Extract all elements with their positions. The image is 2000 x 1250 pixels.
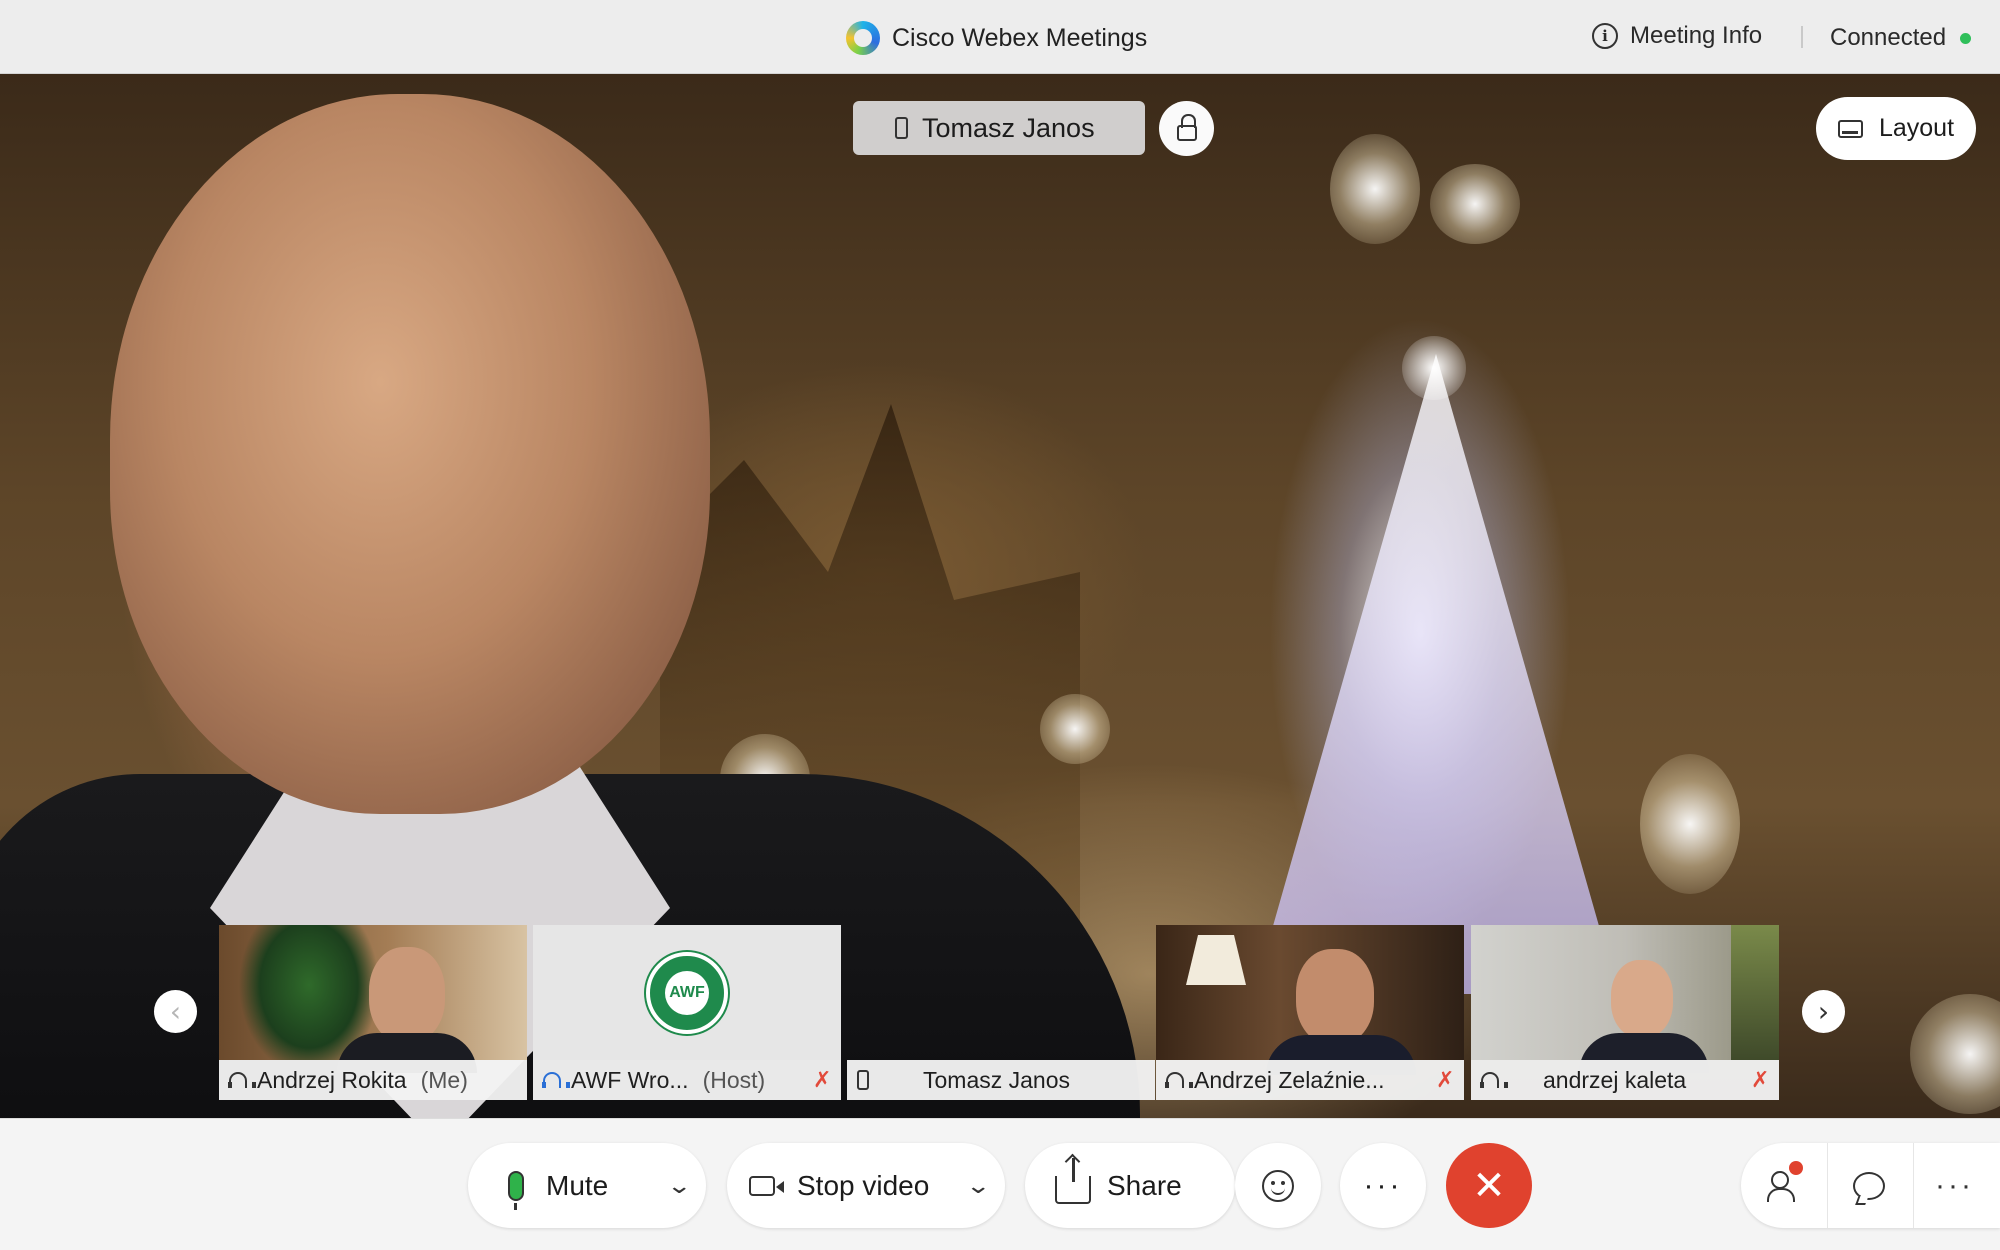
panel-toggle-group: ··· [1741,1143,2000,1228]
phone-icon [895,117,908,139]
leave-meeting-button[interactable]: ✕ [1446,1143,1532,1228]
participant-name-bar: AWF Wro... (Host) ✗ [533,1060,841,1100]
participant-face [1296,949,1374,1045]
participants-panel-button[interactable] [1741,1143,1823,1228]
awf-logo-mark: AWF [665,971,709,1015]
participant-avatar: AWF [533,925,841,1060]
share-label: Share [1107,1169,1182,1201]
participant-face [1611,960,1673,1038]
participant-bookshelf [1731,925,1779,1060]
bokeh-light [1910,994,2000,1114]
mute-button[interactable]: Mute ⌄ [468,1143,706,1228]
participant-filmstrip: Andrzej Rokita (Me) AWF AWF Wro... (Host… [219,925,1782,1100]
bokeh-light [1430,164,1520,244]
headset-icon [1165,1072,1193,1088]
mute-label: Mute [546,1169,609,1201]
participant-name: Andrzej Zelaźnie... [1194,1066,1385,1093]
participant-role-tag: (Me) [420,1066,468,1093]
chevron-left-icon: ‹ [169,995,182,1028]
chevron-right-icon: › [1817,995,1830,1028]
more-panels-button[interactable]: ··· [1913,1143,1995,1228]
participant-video [1471,925,1779,1073]
info-icon: i [1592,23,1618,49]
stop-video-button[interactable]: Stop video ⌄ [727,1143,1005,1228]
bokeh-light [1040,694,1110,764]
webex-logo-icon [846,21,880,55]
lock-icon [1176,113,1197,141]
participant-tile[interactable]: AWF AWF Wro... (Host) ✗ [533,925,841,1100]
muted-mic-icon: ✗ [1436,1067,1455,1092]
filmstrip-next-button[interactable]: › [1802,990,1845,1033]
tree-star-light [1402,336,1466,400]
chat-panel-button[interactable] [1827,1143,1909,1228]
connection-status-label: Connected [1830,24,1947,51]
title-divider [1801,26,1803,48]
ellipsis-icon: ··· [1935,1168,1974,1202]
participant-video [1156,925,1464,1075]
phone-icon [857,1070,869,1090]
participant-video [219,925,527,1073]
share-icon [1055,1157,1091,1204]
participant-name-bar: Andrzej Rokita (Me) [219,1060,527,1100]
participant-name-bar: andrzej kaleta ✗ [1471,1060,1779,1100]
muted-mic-icon: ✗ [813,1067,832,1092]
chevron-down-icon[interactable]: ⌄ [666,1173,692,1199]
active-speaker-label: Tomasz Janos [853,101,1145,155]
participant-tile[interactable]: Tomasz Janos [847,925,1155,1100]
participant-name: andrzej kaleta [1543,1066,1687,1093]
christmas-tree-lights [1253,354,1619,994]
bokeh-light [1640,754,1740,894]
title-bar: Cisco Webex Meetings i Meeting Info Conn… [0,0,2000,74]
more-options-button[interactable]: ··· [1340,1143,1426,1228]
share-button[interactable]: Share [1025,1143,1235,1228]
meeting-controls-bar: Mute ⌄ Stop video ⌄ Share ··· ✕ ··· [0,1118,2000,1250]
filmstrip-prev-button[interactable]: ‹ [154,990,197,1033]
connection-status: Connected [1830,24,1972,52]
participant-tile[interactable]: Andrzej Zelaźnie... ✗ [1156,925,1464,1100]
participant-tile[interactable]: Andrzej Rokita (Me) [219,925,527,1100]
notification-dot-icon [1789,1161,1803,1175]
participant-face [369,947,445,1043]
status-dot-icon [1960,32,1972,44]
smiley-icon [1262,1169,1294,1202]
reactions-button[interactable] [1235,1143,1321,1228]
participant-lamp [1186,935,1246,985]
headset-icon [1480,1072,1508,1088]
stop-video-label: Stop video [797,1169,930,1201]
speaker-head [110,94,710,814]
chat-icon [1852,1171,1885,1200]
headset-icon [542,1072,570,1088]
muted-mic-icon: ✗ [1751,1067,1770,1092]
participant-name: AWF Wro... [571,1066,689,1093]
participant-name-bar: Tomasz Janos [847,1060,1155,1100]
layout-button[interactable]: Layout [1816,97,1976,160]
bokeh-light [1330,134,1420,244]
app-title-group: Cisco Webex Meetings [846,20,1147,56]
participant-name: Tomasz Janos [923,1066,1071,1093]
participant-tile[interactable]: andrzej kaleta ✗ [1471,925,1779,1100]
close-icon: ✕ [1472,1163,1506,1208]
awf-logo-icon: AWF [646,952,728,1034]
participant-name-bar: Andrzej Zelaźnie... ✗ [1156,1060,1464,1100]
layout-label: Layout [1878,114,1955,142]
participant-role-tag: (Host) [702,1066,766,1093]
microphone-icon [508,1170,524,1210]
headset-icon [228,1072,256,1088]
ellipsis-icon: ··· [1363,1168,1403,1202]
active-speaker-name: Tomasz Janos [922,112,1095,143]
participants-icon [1767,1170,1797,1202]
video-camera-icon [749,1175,784,1196]
meeting-info-label: Meeting Info [1630,22,1763,49]
layout-icon [1837,119,1863,138]
lock-video-button[interactable] [1159,101,1214,156]
meeting-info-button[interactable]: i Meeting Info [1592,22,1762,50]
chevron-down-icon[interactable]: ⌄ [965,1173,991,1199]
app-title: Cisco Webex Meetings [892,23,1148,52]
participant-name: Andrzej Rokita [257,1066,407,1093]
